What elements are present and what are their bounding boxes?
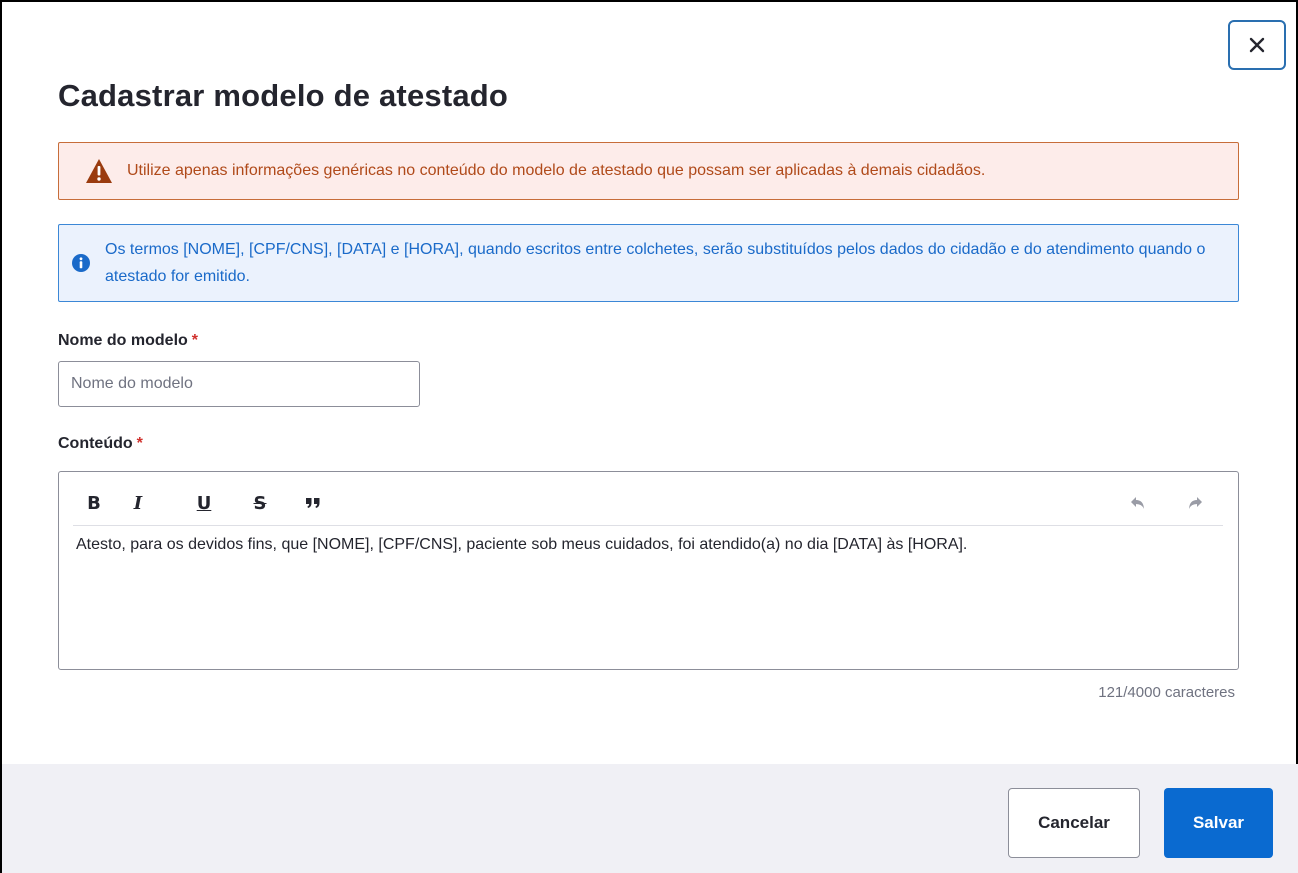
content-label: Conteúdo * [58,435,143,452]
name-label: Nome do modelo * [58,332,199,349]
quote-button[interactable] [300,490,326,516]
warning-triangle-icon [86,159,112,183]
info-text: Os termos [NOME], [CPF/CNS], [DATA] e [H… [105,241,1206,285]
required-marker: * [191,332,199,349]
editor-content[interactable]: Atesto, para os devidos fins, que [NOME]… [76,536,967,554]
rich-text-editor[interactable]: B I U S Atesto, para os devidos fins, qu… [58,471,1239,670]
cancel-button[interactable]: Cancelar [1008,788,1140,858]
redo-icon [1189,497,1202,509]
modal-dialog: Cadastrar modelo de atestado Utilize ape… [0,0,1298,873]
strikethrough-button[interactable]: S [247,490,273,516]
underline-button[interactable]: U [191,490,217,516]
info-alert: Os termos [NOME], [CPF/CNS], [DATA] e [H… [58,224,1239,302]
editor-toolbar: B I U S [73,482,1223,526]
warning-text: Utilize apenas informações genéricas no … [127,162,986,179]
italic-button[interactable]: I [125,490,151,516]
redo-button[interactable] [1182,490,1208,516]
warning-alert: Utilize apenas informações genéricas no … [58,142,1239,200]
bold-button[interactable]: B [81,490,107,516]
save-button[interactable]: Salvar [1164,788,1273,858]
modal-title: Cadastrar modelo de atestado [58,78,509,113]
name-input[interactable] [58,361,420,407]
close-icon [1249,37,1265,53]
info-circle-icon [72,254,90,272]
quote-icon [306,498,320,508]
required-marker: * [136,435,143,452]
undo-button[interactable] [1125,490,1151,516]
undo-icon [1131,497,1144,509]
close-button[interactable] [1228,20,1286,70]
character-counter: 121/4000 caracteres [1098,684,1235,701]
